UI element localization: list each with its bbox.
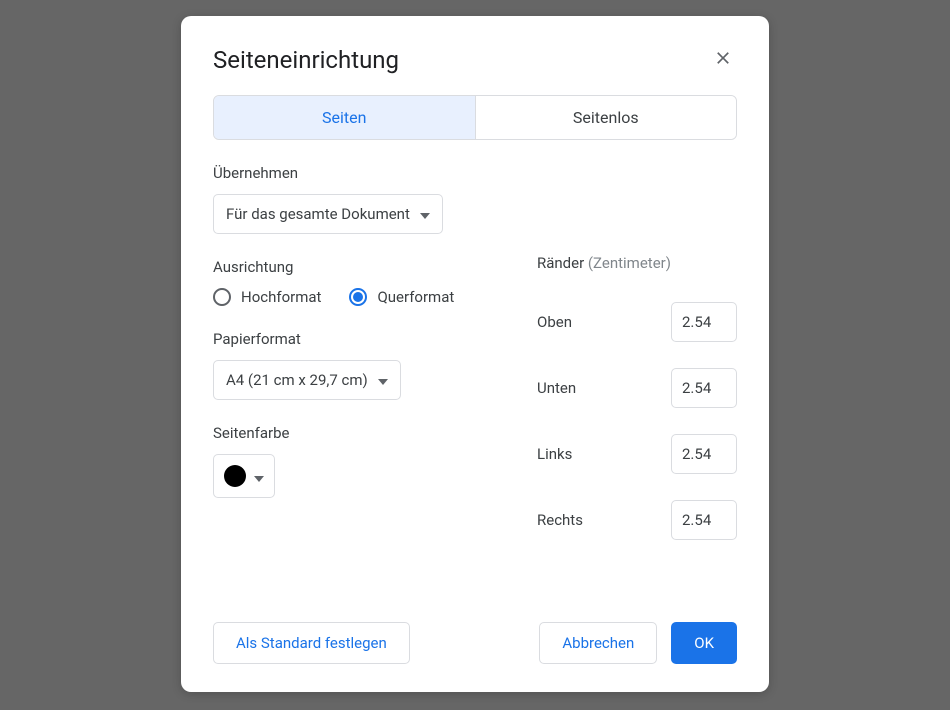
margin-bottom-label: Unten — [537, 379, 576, 397]
ok-label: OK — [694, 634, 714, 652]
radio-icon — [213, 288, 231, 306]
orientation-landscape-label: Querformat — [377, 288, 454, 306]
margin-left-row: Links — [537, 434, 737, 474]
margin-top-row: Oben — [537, 302, 737, 342]
cancel-label: Abbrechen — [562, 634, 634, 652]
margin-left-label: Links — [537, 445, 572, 463]
margin-left-input[interactable] — [671, 434, 737, 474]
margin-right-input[interactable] — [671, 500, 737, 540]
orientation-portrait-radio[interactable]: Hochformat — [213, 288, 321, 306]
dialog-footer: Als Standard festlegen Abbrechen OK — [213, 622, 737, 664]
tab-group: Seiten Seitenlos — [213, 95, 737, 140]
page-setup-dialog: Seiteneinrichtung Seiten Seitenlos Übern… — [181, 16, 769, 692]
close-icon — [713, 48, 733, 71]
caret-down-icon — [254, 467, 264, 486]
dialog-header: Seiteneinrichtung — [213, 44, 737, 75]
tab-pages[interactable]: Seiten — [214, 96, 476, 139]
apply-dropdown-value: Für das gesamte Dokument — [226, 205, 410, 223]
ok-button[interactable]: OK — [671, 622, 737, 664]
set-default-label: Als Standard festlegen — [236, 634, 387, 652]
margin-right-label: Rechts — [537, 511, 583, 529]
main-columns: Ausrichtung Hochformat Querformat Papier… — [213, 258, 737, 566]
close-button[interactable] — [709, 44, 737, 75]
tab-pages-label: Seiten — [322, 108, 366, 127]
paper-size-dropdown[interactable]: A4 (21 cm x 29,7 cm) — [213, 360, 401, 400]
paper-size-label: Papierformat — [213, 330, 497, 348]
apply-dropdown[interactable]: Für das gesamte Dokument — [213, 194, 443, 234]
caret-down-icon — [378, 371, 388, 389]
margin-top-input[interactable] — [671, 302, 737, 342]
margins-unit: (Zentimeter) — [588, 254, 671, 272]
margin-right-row: Rechts — [537, 500, 737, 540]
page-color-dropdown[interactable] — [213, 454, 275, 498]
right-column: Ränder (Zentimeter) Oben Unten Links Rec… — [537, 254, 737, 566]
margins-label: Ränder (Zentimeter) — [537, 254, 737, 272]
margins-label-text: Ränder — [537, 254, 584, 272]
margin-bottom-row: Unten — [537, 368, 737, 408]
left-column: Ausrichtung Hochformat Querformat Papier… — [213, 258, 497, 566]
color-swatch — [224, 465, 246, 487]
orientation-landscape-radio[interactable]: Querformat — [349, 288, 454, 306]
radio-icon — [349, 288, 367, 306]
page-color-label: Seitenfarbe — [213, 424, 497, 442]
tab-pageless-label: Seitenlos — [573, 108, 639, 127]
margin-bottom-input[interactable] — [671, 368, 737, 408]
tab-pageless[interactable]: Seitenlos — [476, 96, 737, 139]
margin-top-label: Oben — [537, 313, 572, 331]
set-default-button[interactable]: Als Standard festlegen — [213, 622, 410, 664]
caret-down-icon — [420, 205, 430, 223]
paper-size-value: A4 (21 cm x 29,7 cm) — [226, 371, 368, 389]
apply-section: Übernehmen Für das gesamte Dokument — [213, 164, 737, 234]
orientation-radio-group: Hochformat Querformat — [213, 288, 497, 306]
orientation-label: Ausrichtung — [213, 258, 497, 276]
apply-label: Übernehmen — [213, 164, 737, 182]
cancel-button[interactable]: Abbrechen — [539, 622, 657, 664]
orientation-portrait-label: Hochformat — [241, 288, 321, 306]
dialog-title: Seiteneinrichtung — [213, 46, 399, 74]
